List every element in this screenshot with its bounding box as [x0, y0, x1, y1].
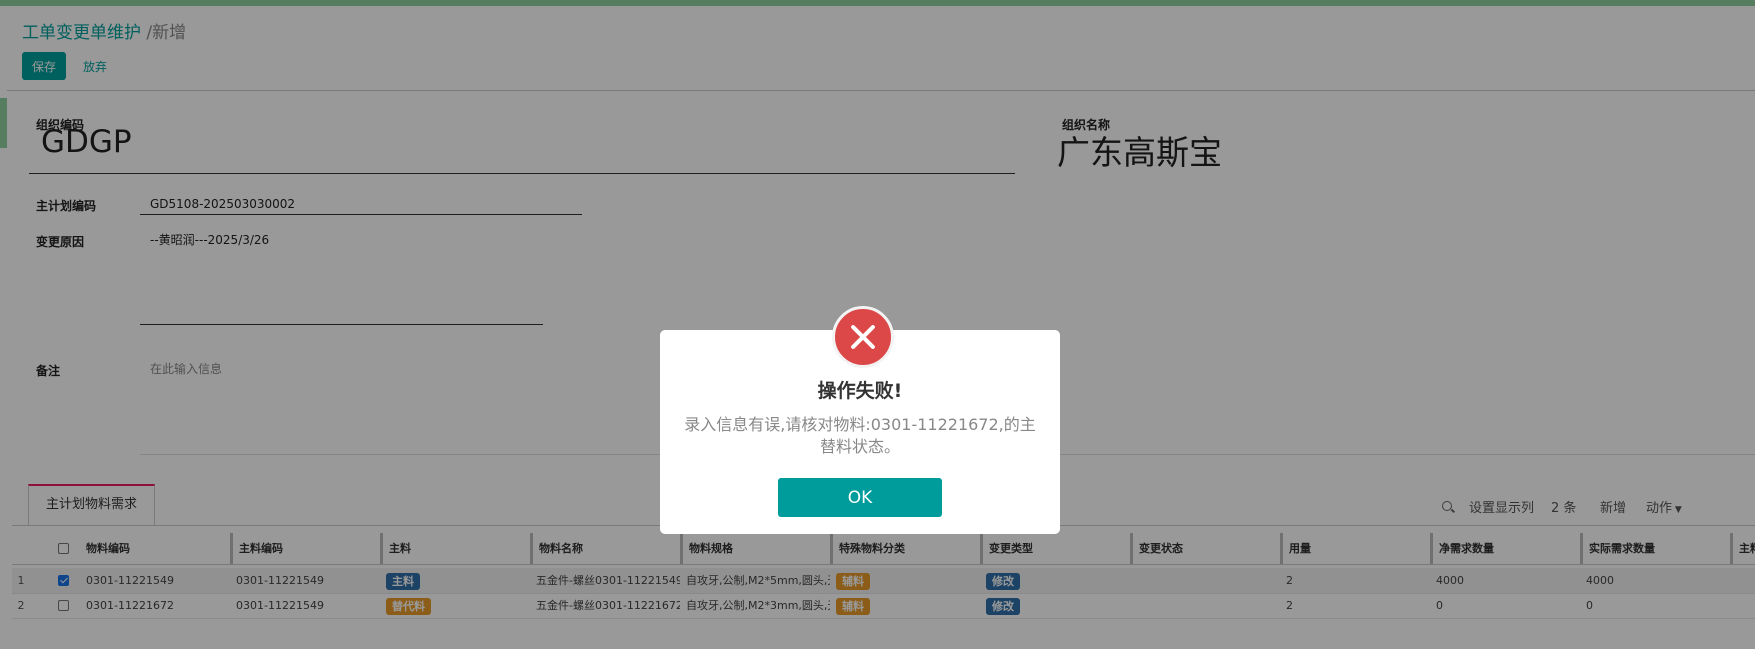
- ok-button[interactable]: OK: [778, 478, 942, 517]
- dialog-message: 录入信息有误,请核对物料:0301-11221672,的主替料状态。: [684, 415, 1036, 456]
- x-circle-icon: [832, 306, 894, 368]
- dialog-title: 操作失败!: [817, 380, 903, 402]
